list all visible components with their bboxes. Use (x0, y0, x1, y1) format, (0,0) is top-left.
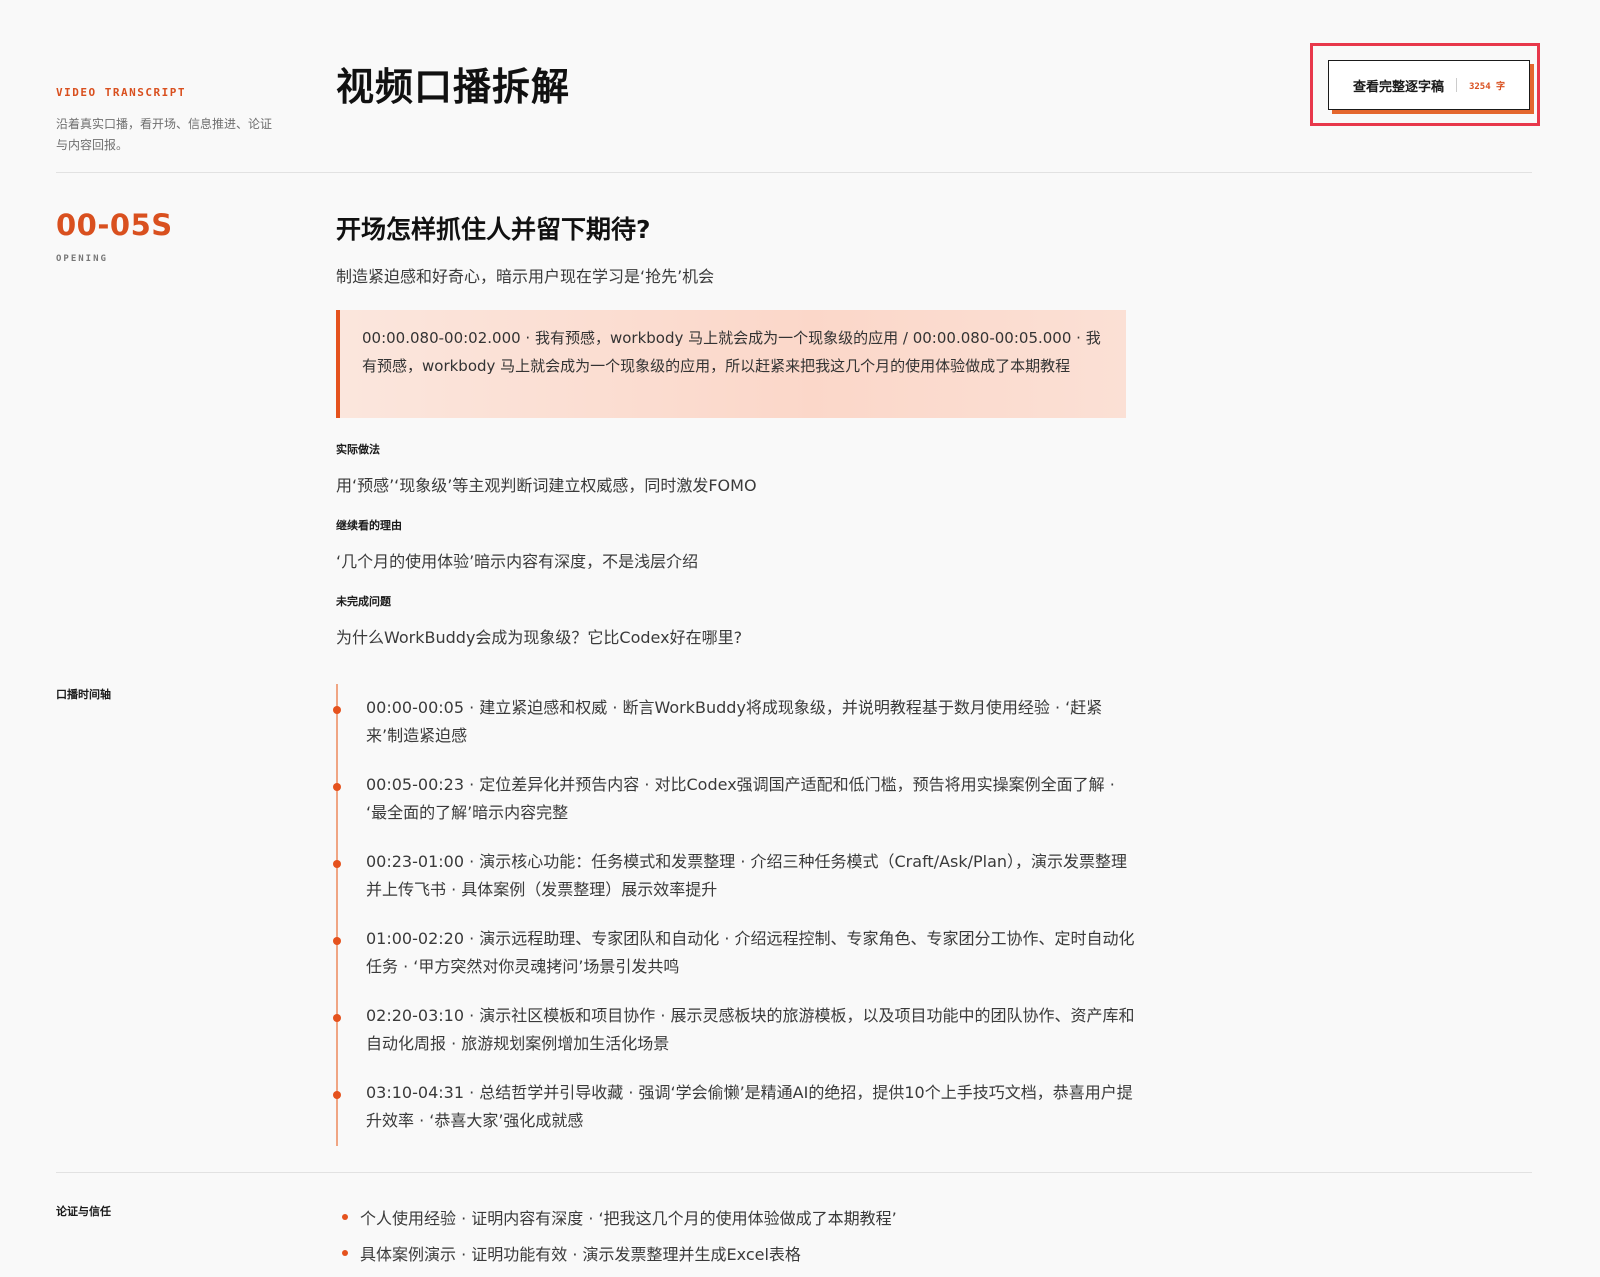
timeline-item-text: 00:23-01:00 · 演示核心功能：任务模式和发票整理 · 介绍三种任务模… (366, 852, 1128, 899)
view-full-transcript-button[interactable]: 查看完整逐字稿 3254 字 (1328, 60, 1530, 110)
evidence-label: 论证与信任 (56, 1205, 111, 1218)
field-label-practice: 实际做法 (336, 443, 380, 456)
timeline-item-text: 01:00-02:20 · 演示远程助理、专家团队和自动化 · 介绍远程控制、专… (366, 929, 1135, 976)
bullet-icon (342, 1214, 348, 1220)
timeline-dot-icon (333, 706, 341, 714)
transcript-button-label: 查看完整逐字稿 (1352, 79, 1444, 95)
timeline-item-text: 03:10-04:31 · 总结哲学并引导收藏 · 强调‘学会偷懒’是精通AI的… (366, 1083, 1133, 1130)
evidence-item-text: 个人使用经验 · 证明内容有深度 · ‘把我这几个月的使用体验做成了本期教程’ (360, 1209, 897, 1228)
timeline-dot-icon (333, 783, 341, 791)
header-divider (56, 172, 1532, 173)
section-subtitle: 制造紧迫感和好奇心，暗示用户现在学习是‘抢先’机会 (336, 267, 715, 286)
bullet-icon (342, 1250, 348, 1256)
field-label-open-question: 未完成问题 (336, 595, 391, 608)
section-timecode: 00-05S (56, 208, 173, 242)
evidence-item-text: 具体案例演示 · 证明功能有效 · 演示发票整理并生成Excel表格 (360, 1245, 801, 1264)
timeline-item: 00:05-00:23 · 定位差异化并预告内容 · 对比Codex强调国产适配… (333, 771, 1136, 848)
section-tag: OPENING (56, 254, 108, 264)
transcript-quote: 00:00.080-00:02.000 · 我有预感，workbody 马上就会… (336, 310, 1126, 418)
timeline-dot-icon (333, 1091, 341, 1099)
timeline-dot-icon (333, 1014, 341, 1022)
page-title: 视频口播拆解 (336, 65, 571, 109)
evidence-list: 个人使用经验 · 证明内容有深度 · ‘把我这几个月的使用体验做成了本期教程’ … (336, 1205, 1136, 1277)
page: VIDEO TRANSCRIPT 沿着真实口播，看开场、信息推进、论证与内容回报… (0, 0, 1600, 1264)
word-count-badge: 3254 字 (1468, 81, 1506, 92)
evidence-item: 个人使用经验 · 证明内容有深度 · ‘把我这几个月的使用体验做成了本期教程’ (336, 1205, 1136, 1241)
timeline-item-text: 02:20-03:10 · 演示社区模板和项目协作 · 展示灵感板块的旅游模板，… (366, 1006, 1135, 1053)
timeline-dot-icon (333, 860, 341, 868)
timeline-item: 03:10-04:31 · 总结哲学并引导收藏 · 强调‘学会偷懒’是精通AI的… (333, 1079, 1136, 1156)
timeline-item: 00:00-00:05 · 建立紧迫感和权威 · 断言WorkBuddy将成现象… (333, 694, 1136, 771)
timeline-item-text: 00:00-00:05 · 建立紧迫感和权威 · 断言WorkBuddy将成现象… (366, 698, 1103, 745)
timeline-dot-icon (333, 937, 341, 945)
evidence-item: 具体案例演示 · 证明功能有效 · 演示发票整理并生成Excel表格 (336, 1241, 1136, 1277)
field-value-practice: 用‘预感’‘现象级’等主观判断词建立权威感，同时激发FOMO (336, 476, 757, 495)
field-value-reason: ‘几个月的使用体验’暗示内容有深度，不是浅层介绍 (336, 552, 699, 571)
eyebrow-label: VIDEO TRANSCRIPT (56, 86, 186, 99)
timeline-item-text: 00:05-00:23 · 定位差异化并预告内容 · 对比Codex强调国产适配… (366, 775, 1115, 822)
intro-text: 沿着真实口播，看开场、信息推进、论证与内容回报。 (56, 117, 273, 152)
field-label-reason: 继续看的理由 (336, 519, 402, 532)
timeline-item: 01:00-02:20 · 演示远程助理、专家团队和自动化 · 介绍远程控制、专… (333, 925, 1136, 1002)
field-value-open-question: 为什么WorkBuddy会成为现象级？它比Codex好在哪里? (336, 628, 743, 647)
timeline-label: 口播时间轴 (56, 688, 111, 701)
section-title: 开场怎样抓住人并留下期待? (336, 215, 651, 244)
evidence-divider (56, 1172, 1532, 1173)
timeline-item: 02:20-03:10 · 演示社区模板和项目协作 · 展示灵感板块的旅游模板，… (333, 1002, 1136, 1079)
timeline-item: 00:23-01:00 · 演示核心功能：任务模式和发票整理 · 介绍三种任务模… (333, 848, 1136, 925)
button-divider (1455, 78, 1457, 92)
timeline-list: 00:00-00:05 · 建立紧迫感和权威 · 断言WorkBuddy将成现象… (333, 694, 1136, 1156)
